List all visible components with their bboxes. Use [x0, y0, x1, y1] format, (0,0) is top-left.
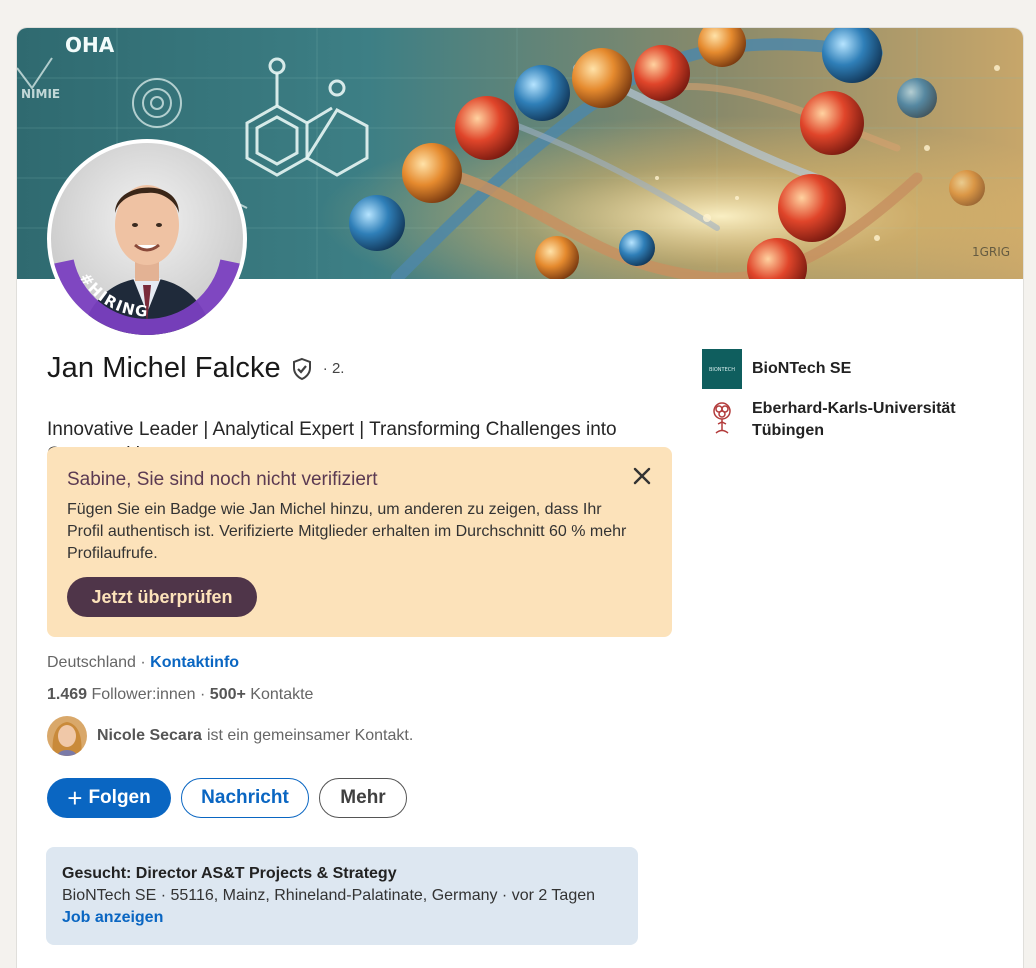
- mutual-avatar: [47, 716, 87, 756]
- followers-count: 1.469: [47, 686, 88, 703]
- school-name: Eberhard-Karls-Universität Tübingen: [752, 400, 956, 439]
- connections-label[interactable]: Kontakte: [250, 686, 313, 703]
- job-posting-card[interactable]: Gesucht: Director AS&T Projects & Strate…: [46, 847, 638, 945]
- location-separator: ·: [135, 654, 151, 671]
- profile-card: OHA NIMIE 1GRIG #HIRING Jan Michel Falck…: [17, 28, 1023, 968]
- verification-banner: Sabine, Sie sind noch nicht verifiziert …: [47, 447, 672, 637]
- education-school[interactable]: Eberhard-Karls-Universität Tübingen: [702, 398, 982, 442]
- profile-avatar[interactable]: #HIRING: [47, 139, 247, 339]
- university-logo: [702, 398, 742, 438]
- connections-count: 500+: [209, 686, 246, 703]
- plus-icon: +: [67, 783, 83, 813]
- cover-right-text: 1GRIG: [972, 245, 1010, 259]
- more-button[interactable]: Mehr: [319, 778, 407, 818]
- cover-formula-text: OHA: [65, 33, 115, 57]
- verification-text: Fügen Sie ein Badge wie Jan Michel hinzu…: [67, 501, 627, 562]
- followers-label[interactable]: Follower:innen: [92, 686, 196, 703]
- network-stats: 1.469 Follower:innen · 500+ Kontakte: [47, 686, 313, 704]
- view-job-link[interactable]: Job anzeigen: [62, 909, 163, 927]
- biontech-logo-text: BIONTECH: [709, 367, 735, 373]
- follow-button[interactable]: + Folgen: [47, 778, 171, 818]
- name-row: Jan Michel Falcke · 2.: [47, 352, 344, 385]
- close-icon[interactable]: [631, 465, 653, 487]
- verification-title: Sabine, Sie sind noch nicht verifiziert: [67, 469, 378, 490]
- mutual-text: ist ein gemeinsamer Kontakt.: [206, 727, 414, 744]
- company-name: BioNTech SE: [752, 360, 852, 377]
- location-row: Deutschland · Kontaktinfo: [47, 654, 239, 672]
- biontech-logo: BIONTECH: [702, 349, 742, 389]
- current-company[interactable]: BIONTECH BioNTech SE: [702, 349, 851, 389]
- mutual-name[interactable]: Nicole Secara: [97, 727, 202, 745]
- mutual-connection[interactable]: Nicole Secara ist ein gemeinsamer Kontak…: [47, 716, 413, 756]
- avatar-photo: #HIRING: [51, 143, 243, 335]
- location-text: Deutschland: [47, 654, 136, 671]
- verify-now-button[interactable]: Jetzt überprüfen: [67, 577, 257, 617]
- stats-separator: ·: [200, 686, 210, 703]
- follow-label: Folgen: [88, 787, 151, 808]
- job-title: Gesucht: Director AS&T Projects & Strate…: [62, 865, 397, 882]
- connection-degree: · 2.: [322, 360, 345, 377]
- job-meta: BioNTech SE · 55116, Mainz, Rhineland-Pa…: [62, 887, 596, 904]
- cover-left-text: NIMIE: [21, 87, 60, 101]
- contact-info-link[interactable]: Kontaktinfo: [150, 654, 239, 671]
- profile-name: Jan Michel Falcke: [47, 352, 281, 384]
- message-button[interactable]: Nachricht: [181, 778, 309, 818]
- verified-badge-icon[interactable]: [290, 357, 314, 381]
